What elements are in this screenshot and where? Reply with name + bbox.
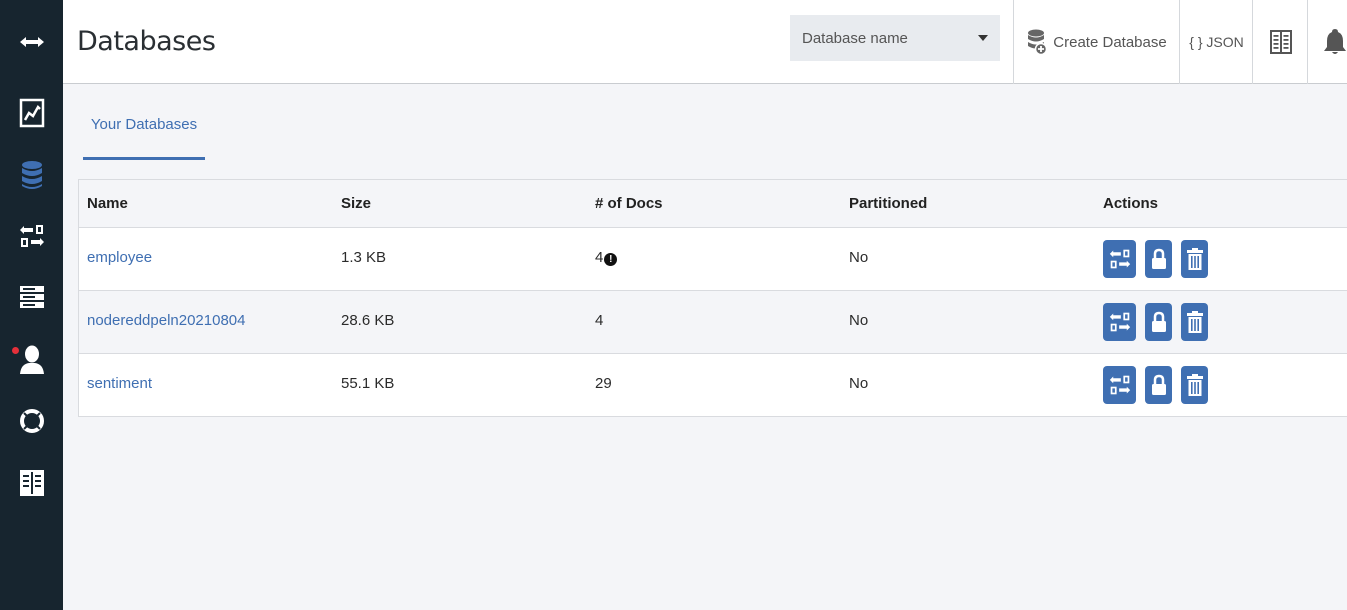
trash-icon [1186, 248, 1203, 270]
lock-icon [1151, 311, 1166, 332]
replicate-icon [1109, 249, 1130, 269]
database-link[interactable]: employee [87, 249, 152, 266]
replicate-icon [1109, 375, 1130, 395]
sidebar [0, 0, 63, 610]
sidebar-item-account[interactable] [0, 335, 63, 385]
database-size: 55.1 KB [341, 375, 395, 392]
lifebuoy-icon [19, 409, 44, 433]
collapse-sidebar-button[interactable] [0, 17, 63, 67]
header-name: Name [87, 195, 128, 212]
create-database-label: Create Database [1053, 33, 1167, 51]
sidebar-item-monitoring[interactable] [0, 88, 63, 138]
create-database-button[interactable]: Create Database [1013, 0, 1180, 84]
replicate-icon [1109, 312, 1130, 332]
trash-icon [1186, 311, 1203, 333]
lock-icon [1151, 374, 1166, 395]
json-toggle-button[interactable]: { } JSON [1179, 0, 1253, 84]
permissions-button[interactable] [1145, 366, 1172, 404]
sidebar-item-documentation[interactable] [0, 458, 63, 508]
server-icon [19, 286, 44, 308]
doc-count: 4 [595, 312, 604, 329]
database-link[interactable]: nodereddpeln20210804 [87, 312, 246, 329]
sidebar-item-support[interactable] [0, 396, 63, 446]
database-size: 28.6 KB [341, 312, 395, 329]
database-add-icon [1028, 29, 1048, 55]
header-actions: Actions [1103, 195, 1159, 212]
bell-icon [1324, 29, 1346, 54]
delete-button[interactable] [1181, 240, 1208, 278]
replicate-button[interactable] [1103, 303, 1136, 341]
replicate-button[interactable] [1103, 366, 1136, 404]
partitioned-value: No [849, 375, 869, 392]
database-name-placeholder: Database name [802, 29, 908, 47]
json-label: { } JSON [1189, 34, 1244, 50]
delete-button[interactable] [1181, 303, 1208, 341]
table-header-row: Name Size # of Docs Partitioned Actions [79, 180, 1347, 227]
page-header: Databases Database name Create Database … [63, 0, 1347, 84]
book-icon [19, 470, 44, 496]
trash-icon [1186, 374, 1203, 396]
header-docs: # of Docs [595, 195, 663, 212]
documentation-button[interactable] [1252, 0, 1308, 84]
permissions-button[interactable] [1145, 303, 1172, 341]
database-link[interactable]: sentiment [87, 375, 152, 392]
header-partitioned: Partitioned [849, 195, 928, 212]
delete-button[interactable] [1181, 366, 1208, 404]
partitioned-value: No [849, 249, 869, 266]
row-actions [1103, 303, 1217, 341]
caret-down-icon [978, 35, 988, 41]
database-size: 1.3 KB [341, 249, 387, 266]
chart-icon [19, 98, 44, 128]
header-size: Size [341, 195, 372, 212]
sidebar-item-replication[interactable] [0, 211, 63, 261]
partitioned-value: No [849, 312, 869, 329]
databases-table: Name Size # of Docs Partitioned Actions … [78, 179, 1347, 417]
doc-count-cell: 4! [595, 249, 618, 266]
doc-count: 29 [595, 375, 612, 392]
row-actions [1103, 366, 1217, 404]
tab-label: Your Databases [90, 116, 198, 133]
user-icon [19, 345, 44, 374]
tab-your-databases[interactable]: Your Databases [83, 103, 205, 160]
page-title: Databases [77, 26, 216, 57]
table-row: employee 1.3 KB 4! No [79, 227, 1347, 290]
row-actions [1103, 240, 1217, 278]
doc-count: 4 [595, 249, 604, 266]
permissions-button[interactable] [1145, 240, 1172, 278]
warning-icon[interactable]: ! [604, 253, 618, 266]
sidebar-item-active-tasks[interactable] [0, 272, 63, 322]
lock-icon [1151, 248, 1166, 269]
replicate-button[interactable] [1103, 240, 1136, 278]
replication-icon [19, 225, 44, 247]
database-icon [21, 161, 42, 189]
table-row: nodereddpeln20210804 28.6 KB 4 No [79, 290, 1347, 353]
notification-dot [12, 347, 19, 354]
table-row: sentiment 55.1 KB 29 No [79, 353, 1347, 416]
notifications-button[interactable] [1307, 0, 1347, 84]
collapse-arrows-icon [19, 37, 44, 47]
book-icon [1269, 30, 1292, 54]
database-name-select[interactable]: Database name [790, 15, 1000, 61]
sidebar-item-databases[interactable] [0, 150, 63, 200]
